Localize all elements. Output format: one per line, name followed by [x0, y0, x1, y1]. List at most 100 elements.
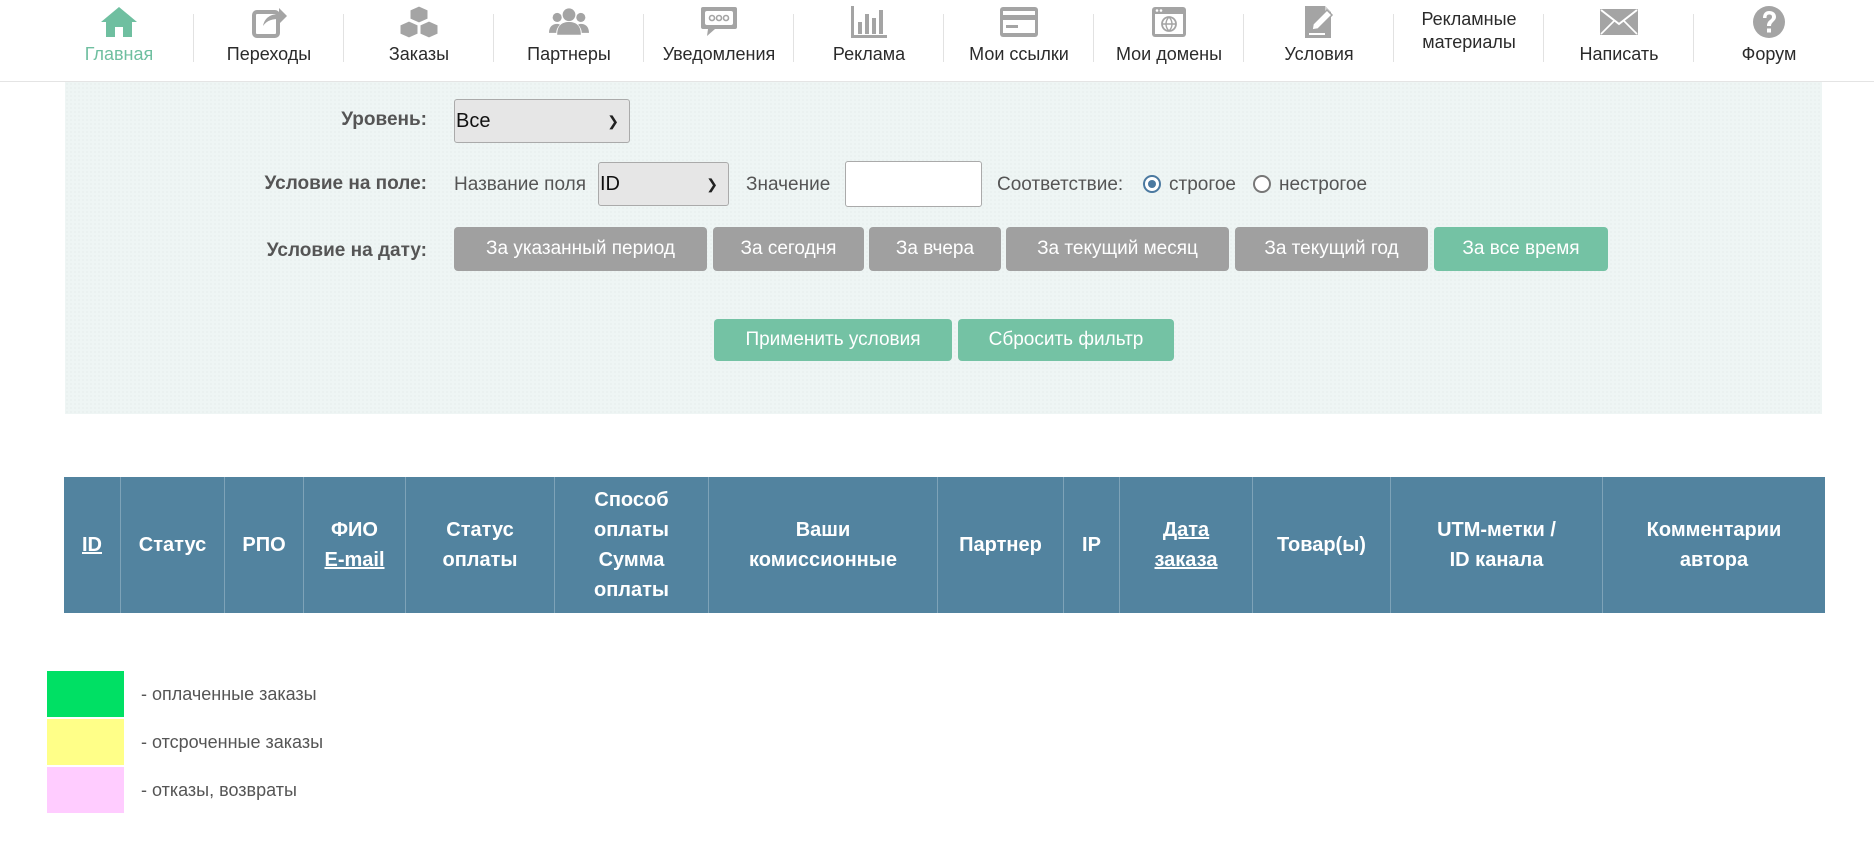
radio-strict-label[interactable]: строгое — [1169, 174, 1236, 196]
column-label-line: Дата — [1162, 519, 1210, 541]
nav-item-write[interactable]: Написать — [1544, 0, 1694, 81]
column-ip: IP — [1064, 477, 1120, 613]
column-label: Партнер — [959, 534, 1042, 556]
nav-label: Рекламные материалы — [1394, 8, 1544, 54]
nav-label: Форум — [1741, 44, 1797, 64]
field-name-select[interactable]: ID ❯ — [598, 162, 729, 206]
legend-swatch-deferred — [47, 719, 124, 765]
radio-loose[interactable] — [1253, 175, 1271, 193]
match-label: Соответствие: — [997, 174, 1124, 195]
nav-item-forum[interactable]: Форум — [1694, 0, 1844, 81]
nav-item-advertising[interactable]: Реклама — [794, 0, 944, 81]
nav-item-notifications[interactable]: Уведомления — [644, 0, 794, 81]
envelope-icon — [1599, 4, 1639, 40]
chat-bubble-icon — [699, 4, 739, 40]
date-condition-label: Условие на дату: — [266, 240, 427, 261]
field-name-label: Название поля — [454, 174, 586, 195]
column-label: РПО — [242, 534, 286, 556]
column-label: Комментарии автора — [1647, 515, 1782, 575]
column-label-line: Ваши — [795, 519, 851, 541]
column-label-line: автора — [1679, 549, 1749, 571]
date-condition-label-wrap: Условие на дату: — [0, 240, 427, 262]
date-btn-today[interactable]: За сегодня — [713, 227, 864, 271]
chevron-down-icon: ❯ — [706, 176, 718, 192]
nav-item-promo-materials[interactable]: Рекламные материалы — [1394, 0, 1544, 81]
column-label: UTM-метки / ID канала — [1437, 515, 1556, 575]
field-condition-label-wrap: Условие на поле: — [0, 173, 427, 195]
column-name-email: ФИО E-mail — [304, 477, 406, 613]
column-order-date[interactable]: Дата заказа — [1120, 477, 1253, 613]
column-label: Статус — [138, 534, 207, 556]
field-name-select-value: ID — [600, 173, 620, 195]
apply-filter-button[interactable]: Применить условия — [714, 319, 952, 361]
value-input[interactable] — [845, 161, 982, 207]
legend-text-paid: - оплаченные заказы — [141, 684, 317, 704]
column-label-line: Сумма — [598, 549, 665, 571]
column-label-line: оплаты — [442, 549, 518, 571]
date-btn-period[interactable]: За указанный период — [454, 227, 707, 271]
value-label: Значение — [746, 174, 831, 195]
radio-loose-label[interactable]: нестрогое — [1279, 174, 1367, 196]
legend-swatch-paid — [47, 671, 124, 717]
top-navigation: Главная Переходы Заказы Партнеры Уведомл… — [0, 0, 1874, 82]
legend-swatch-refused — [47, 767, 124, 813]
card-icon — [999, 4, 1039, 40]
column-label: Способ оплаты Сумма оплаты — [594, 485, 669, 605]
level-label: Уровень: — [341, 109, 427, 130]
nav-label: Мои ссылки — [969, 44, 1069, 64]
nav-label-line: Рекламные — [1421, 9, 1517, 29]
nav-label-line: материалы — [1422, 32, 1516, 52]
nav-label: Условия — [1284, 44, 1354, 64]
column-label-line: заказа — [1154, 549, 1218, 571]
column-rpo: РПО — [225, 477, 304, 613]
bar-chart-icon — [849, 4, 889, 40]
nav-item-transitions[interactable]: Переходы — [194, 0, 344, 81]
nav-item-my-links[interactable]: Мои ссылки — [944, 0, 1094, 81]
users-icon — [549, 4, 589, 40]
nav-item-conditions[interactable]: Условия — [1244, 0, 1394, 81]
column-payment-status: Статус оплаты — [406, 477, 555, 613]
column-partner: Партнер — [938, 477, 1064, 613]
column-id[interactable]: ID — [64, 477, 121, 613]
date-btn-all-time[interactable]: За все время — [1434, 227, 1608, 271]
nav-item-my-domains[interactable]: Мои домены — [1094, 0, 1244, 81]
column-label-line: оплаты — [594, 519, 669, 541]
nav-item-orders[interactable]: Заказы — [344, 0, 494, 81]
column-label-line: Статус — [446, 519, 514, 541]
question-icon — [1749, 4, 1789, 40]
browser-window-icon — [1149, 4, 1189, 40]
nav-label: Партнеры — [527, 44, 611, 64]
nav-label: Главная — [84, 44, 154, 64]
nav-item-partners[interactable]: Партнеры — [494, 0, 644, 81]
column-products: Товар(ы) — [1253, 477, 1391, 613]
column-order-date-sort-link[interactable]: Дата заказа — [1155, 515, 1218, 575]
nav-item-home[interactable]: Главная — [44, 0, 194, 81]
field-condition-label: Условие на поле: — [264, 173, 427, 194]
date-btn-current-year[interactable]: За текущий год — [1235, 227, 1428, 271]
share-icon — [249, 4, 289, 40]
document-edit-icon — [1299, 4, 1339, 40]
column-id-label[interactable]: ID — [82, 530, 102, 560]
column-status: Статус — [121, 477, 225, 613]
boxes-icon — [399, 4, 439, 40]
legend-text-refused: - отказы, возвраты — [141, 780, 297, 800]
column-label-line: комиссионные — [749, 549, 897, 571]
column-label: IP — [1082, 534, 1101, 556]
column-label-line: Способ — [594, 489, 669, 511]
nav-label: Реклама — [832, 44, 906, 64]
column-email-sort-link[interactable]: E-mail — [324, 549, 384, 571]
column-author-comments: Комментарии автора — [1603, 477, 1825, 613]
chevron-down-icon: ❯ — [607, 113, 619, 129]
date-btn-current-month[interactable]: За текущий месяц — [1006, 227, 1229, 271]
radio-strict[interactable] — [1143, 175, 1161, 193]
reset-filter-button[interactable]: Сбросить фильтр — [958, 319, 1174, 361]
level-select-value: Все — [456, 110, 491, 132]
column-utm: UTM-метки / ID канала — [1391, 477, 1603, 613]
nav-label: Заказы — [388, 44, 450, 64]
legend-text-deferred: - отсроченные заказы — [141, 732, 324, 752]
nav-label: Мои домены — [1115, 44, 1223, 64]
level-select[interactable]: Все ❯ — [454, 99, 630, 143]
column-label-line: Комментарии — [1646, 519, 1782, 541]
date-btn-yesterday[interactable]: За вчера — [869, 227, 1001, 271]
nav-label: Переходы — [226, 44, 312, 64]
